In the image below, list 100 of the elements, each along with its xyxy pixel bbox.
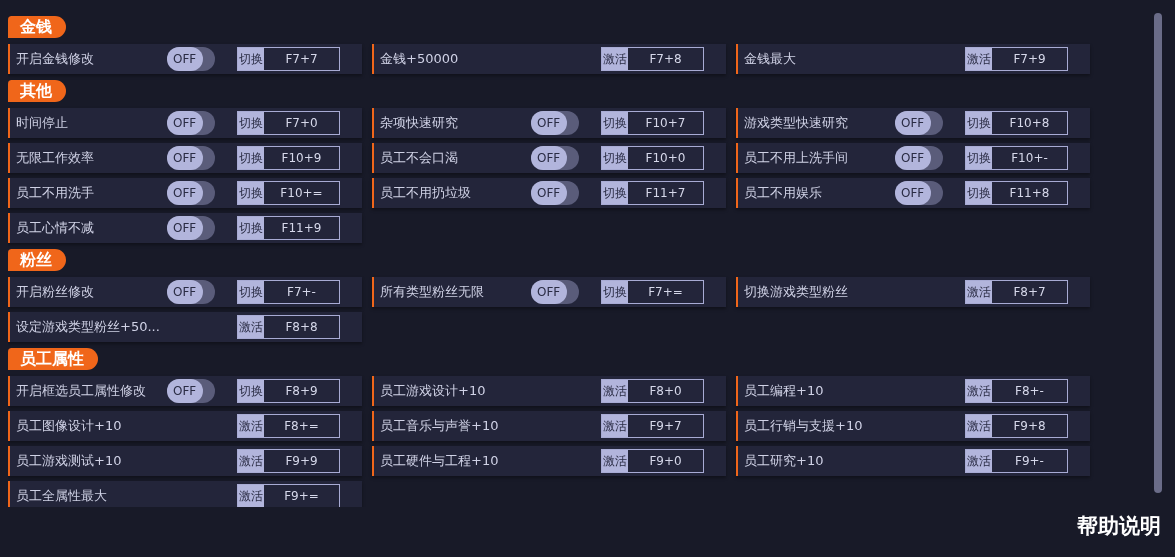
hotkey-action: 切换 (966, 182, 992, 204)
cheat-label: 员工游戏测试+10 (16, 452, 122, 470)
hotkey-button[interactable]: 激活 F9+= (237, 484, 340, 507)
hotkey-button[interactable]: 激活 F9+7 (601, 414, 704, 438)
hotkey-action: 激活 (238, 450, 264, 472)
cheat-label: 金钱+50000 (380, 50, 459, 68)
hotkey-button[interactable]: 激活 F9+0 (601, 449, 704, 473)
cheat-label: 所有类型粉丝无限 (380, 283, 484, 301)
toggle-switch[interactable]: OFF (167, 47, 215, 71)
hotkey-button[interactable]: 激活 F9+9 (237, 449, 340, 473)
hotkey-keys: F10+- (992, 147, 1067, 169)
toggle-switch[interactable]: OFF (895, 146, 943, 170)
hotkey-keys: F8+9 (264, 380, 339, 402)
hotkey-button[interactable]: 切换 F10+8 (965, 111, 1068, 135)
hotkey-action: 切换 (238, 48, 264, 70)
cheat-label: 金钱最大 (744, 50, 796, 68)
hotkey-action: 切换 (966, 112, 992, 134)
section-header: 员工属性 (8, 348, 98, 370)
hotkey-action: 激活 (966, 281, 992, 303)
section-header: 其他 (8, 80, 66, 102)
toggle-switch[interactable]: OFF (531, 280, 579, 304)
toggle-switch[interactable]: OFF (167, 111, 215, 135)
hotkey-action: 切换 (602, 112, 628, 134)
hotkey-button[interactable]: 切换 F11+8 (965, 181, 1068, 205)
hotkey-keys: F9+= (264, 485, 339, 507)
toggle-switch[interactable]: OFF (895, 181, 943, 205)
hotkey-button[interactable]: 激活 F7+9 (965, 47, 1068, 71)
hotkey-keys: F11+9 (264, 217, 339, 239)
hotkey-action: 激活 (966, 380, 992, 402)
hotkey-keys: F9+8 (992, 415, 1067, 437)
hotkey-keys: F9+7 (628, 415, 703, 437)
help-link[interactable]: 帮助说明 (1077, 512, 1161, 540)
hotkey-action: 切换 (602, 281, 628, 303)
hotkey-button[interactable]: 切换 F7+7 (237, 47, 340, 71)
hotkey-action: 激活 (966, 415, 992, 437)
hotkey-button[interactable]: 切换 F7+- (237, 280, 340, 304)
cheat-label: 开启框选员工属性修改 (16, 382, 146, 400)
hotkey-keys: F8+8 (264, 316, 339, 338)
hotkey-action: 切换 (238, 147, 264, 169)
hotkey-keys: F7+9 (992, 48, 1067, 70)
hotkey-button[interactable]: 激活 F8+= (237, 414, 340, 438)
hotkey-action: 激活 (602, 380, 628, 402)
cheat-label: 员工不用洗手 (16, 184, 94, 202)
hotkey-button[interactable]: 切换 F11+7 (601, 181, 704, 205)
hotkey-action: 激活 (238, 485, 264, 507)
hotkey-keys: F8+= (264, 415, 339, 437)
hotkey-button[interactable]: 激活 F9+8 (965, 414, 1068, 438)
hotkey-action: 切换 (238, 380, 264, 402)
hotkey-button[interactable]: 切换 F11+9 (237, 216, 340, 240)
hotkey-action: 激活 (966, 450, 992, 472)
hotkey-keys: F10+7 (628, 112, 703, 134)
hotkey-keys: F10+0 (628, 147, 703, 169)
hotkey-action: 切换 (602, 147, 628, 169)
hotkey-keys: F7+8 (628, 48, 703, 70)
toggle-switch[interactable]: OFF (167, 216, 215, 240)
hotkey-button[interactable]: 切换 F7+0 (237, 111, 340, 135)
toggle-switch[interactable]: OFF (531, 146, 579, 170)
toggle-switch[interactable]: OFF (167, 379, 215, 403)
hotkey-action: 激活 (238, 316, 264, 338)
hotkey-keys: F7+7 (264, 48, 339, 70)
cheat-label: 员工全属性最大 (16, 487, 107, 505)
hotkey-action: 切换 (238, 281, 264, 303)
cheat-label: 设定游戏类型粉丝+50... (16, 318, 160, 336)
cheat-label: 开启金钱修改 (16, 50, 94, 68)
hotkey-keys: F9+9 (264, 450, 339, 472)
hotkey-button[interactable]: 激活 F8+7 (965, 280, 1068, 304)
toggle-switch[interactable]: OFF (167, 146, 215, 170)
toggle-switch[interactable]: OFF (167, 280, 215, 304)
section-header: 金钱 (8, 16, 66, 38)
hotkey-button[interactable]: 激活 F9+- (965, 449, 1068, 473)
toggle-switch[interactable]: OFF (531, 181, 579, 205)
hotkey-button[interactable]: 切换 F7+= (601, 280, 704, 304)
hotkey-button[interactable]: 切换 F10+= (237, 181, 340, 205)
hotkey-button[interactable]: 激活 F8+8 (237, 315, 340, 339)
hotkey-button[interactable]: 激活 F7+8 (601, 47, 704, 71)
hotkey-keys: F7+- (264, 281, 339, 303)
hotkey-keys: F10+8 (992, 112, 1067, 134)
hotkey-button[interactable]: 激活 F8+0 (601, 379, 704, 403)
hotkey-button[interactable]: 切换 F10+- (965, 146, 1068, 170)
cheat-label: 游戏类型快速研究 (744, 114, 848, 132)
hotkey-button[interactable]: 激活 F8+- (965, 379, 1068, 403)
hotkey-keys: F8+0 (628, 380, 703, 402)
hotkey-keys: F7+0 (264, 112, 339, 134)
toggle-switch[interactable]: OFF (167, 181, 215, 205)
hotkey-keys: F9+- (992, 450, 1067, 472)
hotkey-keys: F10+9 (264, 147, 339, 169)
cheat-label: 员工游戏设计+10 (380, 382, 486, 400)
hotkey-action: 激活 (602, 48, 628, 70)
toggle-switch[interactable]: OFF (531, 111, 579, 135)
cheat-label: 无限工作效率 (16, 149, 94, 167)
hotkey-button[interactable]: 切换 F10+0 (601, 146, 704, 170)
hotkey-button[interactable]: 切换 F10+7 (601, 111, 704, 135)
hotkey-action: 激活 (602, 450, 628, 472)
cheat-label: 员工音乐与声誉+10 (380, 417, 499, 435)
scrollbar[interactable] (1154, 13, 1162, 493)
toggle-switch[interactable]: OFF (895, 111, 943, 135)
hotkey-button[interactable]: 切换 F10+9 (237, 146, 340, 170)
hotkey-keys: F7+= (628, 281, 703, 303)
hotkey-keys: F11+8 (992, 182, 1067, 204)
hotkey-button[interactable]: 切换 F8+9 (237, 379, 340, 403)
